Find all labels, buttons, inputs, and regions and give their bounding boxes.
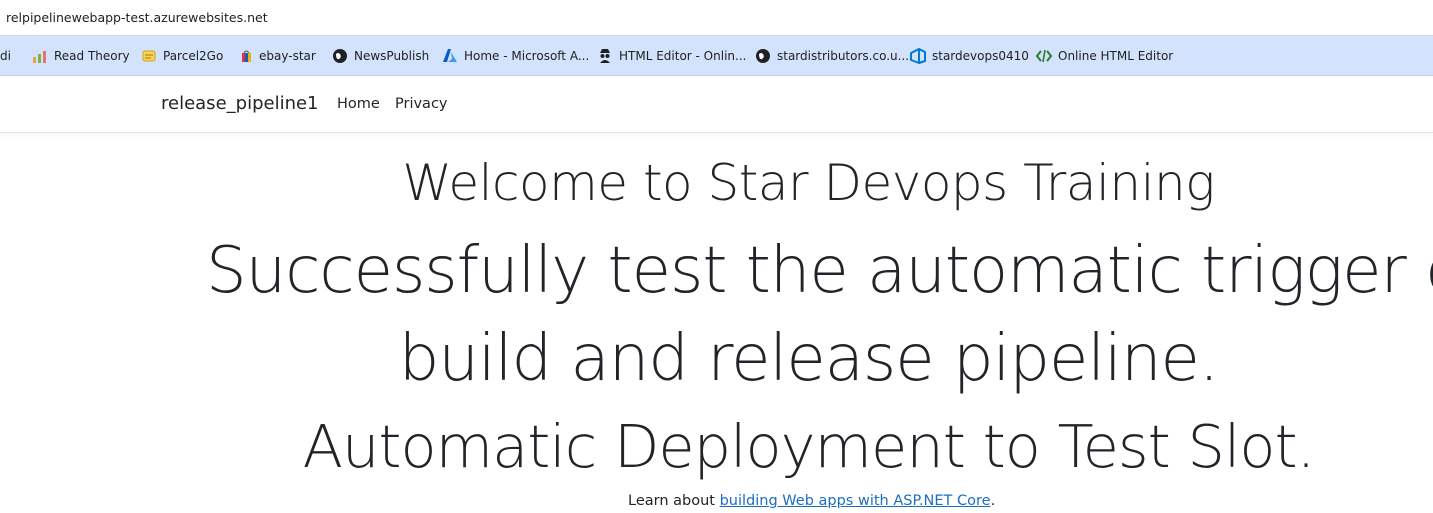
bookmark-label: HTML Editor - Onlin... (619, 49, 747, 63)
navbar-brand[interactable]: release_pipeline1 (161, 93, 319, 114)
globe-icon (755, 48, 771, 64)
box-icon (141, 48, 157, 64)
bookmark-label: Online HTML Editor (1058, 49, 1174, 63)
aspnet-core-link[interactable]: building Web apps with ASP.NET Core (720, 493, 991, 509)
bookmark-label: Parcel2Go (163, 49, 224, 63)
bookmark-ebay-star[interactable]: ebay-star (241, 36, 316, 76)
bookmark-read-theory[interactable]: Read Theory (32, 36, 130, 76)
welcome-heading: Welcome to Star Devops Training (402, 154, 1215, 212)
success-heading-line2: build and release pipeline. (398, 322, 1219, 396)
bookmark-label: ebay-star (259, 49, 316, 63)
bag-icon (241, 48, 253, 64)
bookmark-label: stardevops0410 (932, 49, 1029, 63)
bookmark-label: Home - Microsoft A... (464, 49, 590, 63)
globe-icon (332, 48, 348, 64)
learn-prefix: Learn about (628, 493, 720, 509)
bookmark-label: di (0, 49, 11, 63)
azure-devops-icon (910, 48, 926, 64)
bookmark-html-editor-online[interactable]: HTML Editor - Onlin... (597, 36, 746, 76)
bookmark-di[interactable]: di (0, 36, 11, 76)
bookmark-online-html-editor[interactable]: Online HTML Editor (1036, 36, 1173, 76)
code-icon (1036, 48, 1052, 64)
bookmark-label: Read Theory (54, 49, 130, 63)
bookmark-stardistributors[interactable]: stardistributors.co.u... (755, 36, 909, 76)
bookmarks-bar: di Read Theory Parcel2Go ebay-star NewsP… (0, 36, 1433, 76)
nav-link-privacy[interactable]: Privacy (395, 96, 448, 112)
success-heading-line1: Successfully test the automatic trigger … (206, 234, 1433, 308)
bookmark-newspublish[interactable]: NewsPublish (332, 36, 429, 76)
url-text[interactable]: relpipelinewebapp-test.azurewebsites.net (6, 10, 268, 25)
site-navbar: release_pipeline1 Home Privacy (0, 76, 1433, 133)
bookmark-microsoft-azure[interactable]: Home - Microsoft A... (442, 36, 589, 76)
spy-icon (597, 48, 613, 64)
bookmark-label: NewsPublish (354, 49, 430, 63)
learn-suffix: . (990, 493, 996, 509)
deployment-heading: Automatic Deployment to Test Slot. (302, 412, 1316, 481)
bookmark-label: stardistributors.co.u... (777, 49, 910, 63)
nav-link-home[interactable]: Home (337, 96, 380, 112)
address-bar[interactable]: relpipelinewebapp-test.azurewebsites.net (0, 0, 1433, 36)
azure-icon (442, 48, 458, 64)
bookmark-stardevops0410[interactable]: stardevops0410 (910, 36, 1029, 76)
bar-chart-icon (32, 48, 48, 64)
bookmark-parcel2go[interactable]: Parcel2Go (141, 36, 223, 76)
learn-about-text: Learn about building Web apps with ASP.N… (628, 493, 995, 509)
